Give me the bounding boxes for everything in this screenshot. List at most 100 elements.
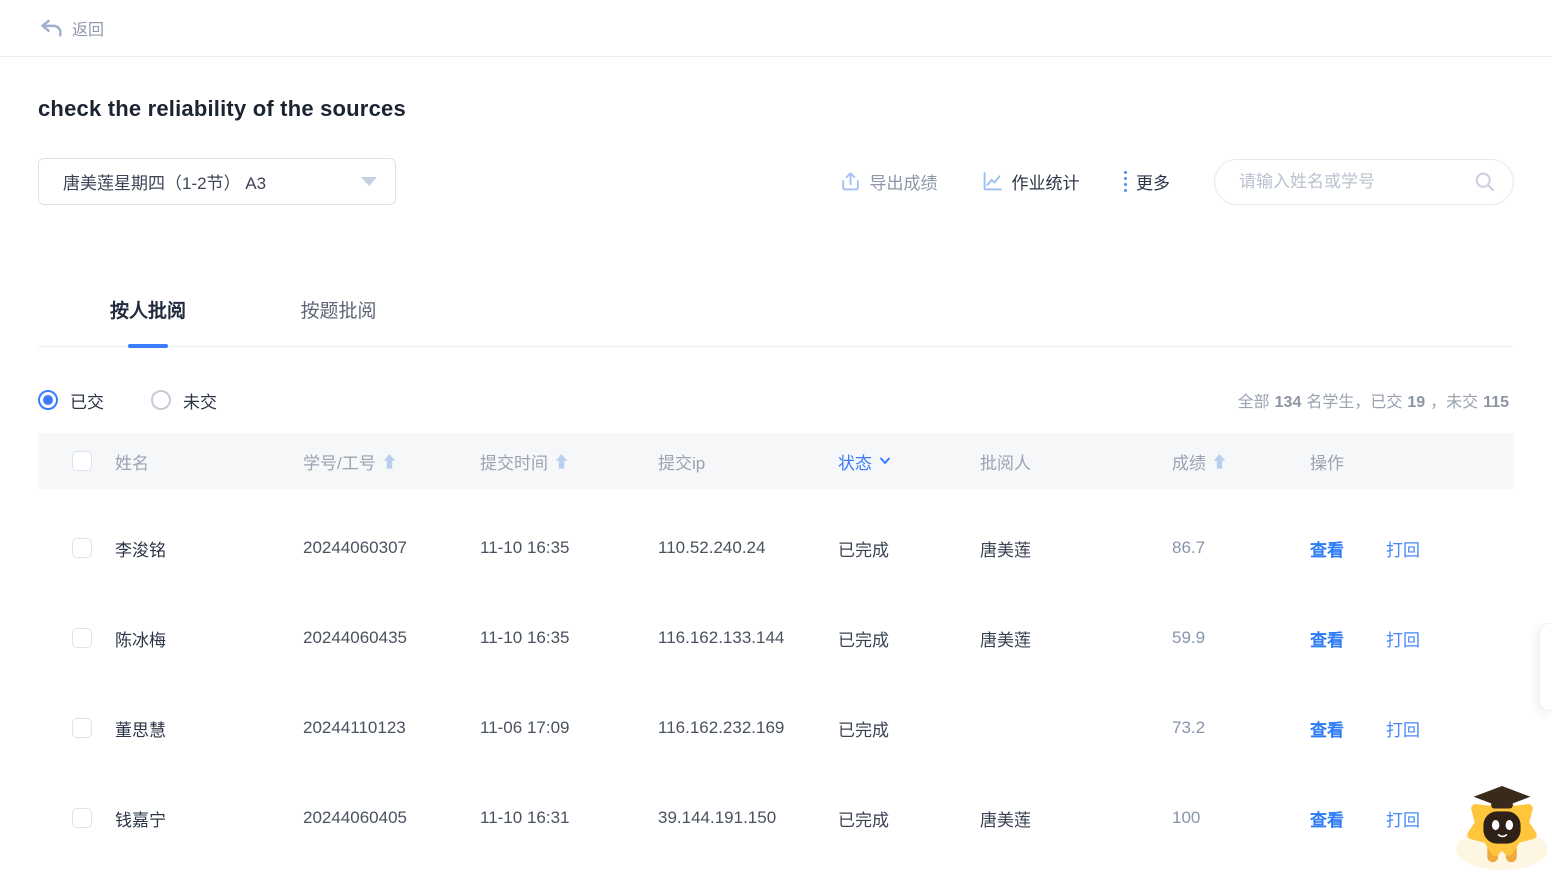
back-label: 返回 [72,22,105,39]
submit-filter-radios: 已交 未交 [38,388,217,413]
homework-stats-button[interactable]: 作业统计 [982,169,1080,194]
header-reviewer: 批阅人 [980,453,1031,473]
header-status-filter[interactable]: 状态 [838,449,980,474]
student-count-summary: 全部 134 名学生，已交 19 ，未交 115 [1237,394,1509,411]
header-actions: 操作 [1310,453,1344,473]
row-checkbox[interactable] [72,718,92,738]
chevron-down-icon [880,457,890,464]
student-id: 20244060307 [303,538,408,557]
table-row: 李浚铭 20244060307 11-10 16:35 110.52.240.2… [38,503,1514,593]
table-row: 钱嘉宁 20244060405 11-10 16:31 39.144.191.1… [38,773,1514,863]
back-button[interactable]: 返回 [40,16,104,40]
line-chart-icon [983,172,1002,191]
mascot-icon [1456,785,1548,871]
class-select-value: 唐美莲星期四（1-2节） A3 [63,174,267,193]
more-label: 更多 [1136,174,1170,193]
student-name: 陈冰梅 [115,630,166,650]
search-icon[interactable] [1474,171,1495,192]
submit-time: 11-10 16:31 [480,808,570,827]
unsubmitted-count: 115 [1483,394,1509,411]
header-name: 姓名 [115,453,149,473]
reviewer: 唐美莲 [980,540,1031,560]
submit-time: 11-10 16:35 [480,538,570,557]
reviewer: 唐美莲 [980,810,1031,830]
header-submit-ip: 提交ip [658,453,706,473]
status: 已完成 [838,540,889,560]
header-submit-time-sort[interactable]: 提交时间 [480,449,658,474]
students-table: 姓名 学号/工号 提交时间 提交ip 状态 批阅人 成绩 操作 李浚铭 2024… [38,433,1514,863]
view-link[interactable]: 查看 [1310,536,1344,561]
tab-review-by-person[interactable]: 按人批阅 [110,296,186,323]
radio-submitted-label: 已交 [70,392,104,412]
export-grades-label: 导出成绩 [869,174,938,193]
filter-row: 已交 未交 全部 134 名学生，已交 19 ，未交 115 [38,385,1514,415]
status: 已完成 [838,720,889,740]
view-link[interactable]: 查看 [1310,716,1344,741]
radio-submitted[interactable]: 已交 [38,388,104,413]
search-box [1214,158,1514,205]
row-checkbox[interactable] [72,538,92,558]
back-icon [41,19,62,37]
table-header-row: 姓名 学号/工号 提交时间 提交ip 状态 批阅人 成绩 操作 [38,433,1514,489]
submit-ip: 116.162.232.169 [658,718,785,737]
return-link[interactable]: 打回 [1386,806,1420,831]
sort-up-icon [383,453,396,469]
class-select[interactable]: 唐美莲星期四（1-2节） A3 [38,158,396,205]
submit-time: 11-10 16:35 [480,628,570,647]
search-input[interactable] [1239,171,1474,192]
table-body: 李浚铭 20244060307 11-10 16:35 110.52.240.2… [38,489,1514,863]
radio-submitted-control[interactable] [38,390,58,410]
submit-ip: 39.144.191.150 [658,808,777,827]
more-button[interactable]: 更多 [1123,169,1170,194]
page-title: check the reliability of the sources [38,96,406,121]
header-score-sort[interactable]: 成绩 [1172,449,1310,474]
student-name: 钱嘉宁 [115,810,166,830]
view-link[interactable]: 查看 [1310,626,1344,651]
active-tab-indicator [128,344,168,348]
review-tabs: 按人批阅 按题批阅 [38,293,1514,348]
score: 73.2 [1172,718,1206,737]
assistant-mascot[interactable] [1452,784,1552,872]
status: 已完成 [838,630,889,650]
export-grades-button[interactable]: 导出成绩 [840,169,938,194]
table-row: 陈冰梅 20244060435 11-10 16:35 116.162.133.… [38,593,1514,683]
sort-up-icon [555,453,568,469]
tab-review-by-question[interactable]: 按题批阅 [300,296,376,323]
view-link[interactable]: 查看 [1310,806,1344,831]
more-dots-icon [1123,170,1127,193]
submitted-count: 19 [1407,394,1426,411]
select-all-checkbox[interactable] [72,451,92,471]
student-id: 20244110123 [303,718,406,737]
radio-not-submitted[interactable]: 未交 [151,388,217,413]
edge-floating-widget[interactable] [1539,623,1552,711]
main-content: check the reliability of the sources 唐美莲… [0,96,1552,863]
radio-not-submitted-control[interactable] [151,390,171,410]
student-name: 董思慧 [115,720,166,740]
radio-not-submitted-label: 未交 [183,392,217,412]
upload-icon [841,172,859,191]
return-link[interactable]: 打回 [1386,536,1420,561]
submit-ip: 116.162.133.144 [658,628,785,647]
controls-row: 唐美莲星期四（1-2节） A3 导出成绩 作业统计 更多 [38,158,1514,205]
toolbar: 导出成绩 作业统计 更多 [840,158,1514,205]
score: 100 [1172,808,1201,827]
sort-up-icon [1213,453,1226,469]
row-checkbox[interactable] [72,808,92,828]
reviewer: 唐美莲 [980,630,1031,650]
table-row: 董思慧 20244110123 11-06 17:09 116.162.232.… [38,683,1514,773]
homework-stats-label: 作业统计 [1011,174,1080,193]
total-count: 134 [1274,394,1302,411]
student-id: 20244060405 [303,808,408,827]
status: 已完成 [838,810,889,830]
score: 86.7 [1172,538,1206,557]
submit-time: 11-06 17:09 [480,718,570,737]
row-checkbox[interactable] [72,628,92,648]
submit-ip: 110.52.240.24 [658,538,766,557]
header-student-id-sort[interactable]: 学号/工号 [303,449,480,474]
return-link[interactable]: 打回 [1386,716,1420,741]
caret-down-icon [361,177,377,186]
return-link[interactable]: 打回 [1386,626,1420,651]
student-name: 李浚铭 [115,540,166,560]
score: 59.9 [1172,628,1206,647]
student-id: 20244060435 [303,628,408,647]
